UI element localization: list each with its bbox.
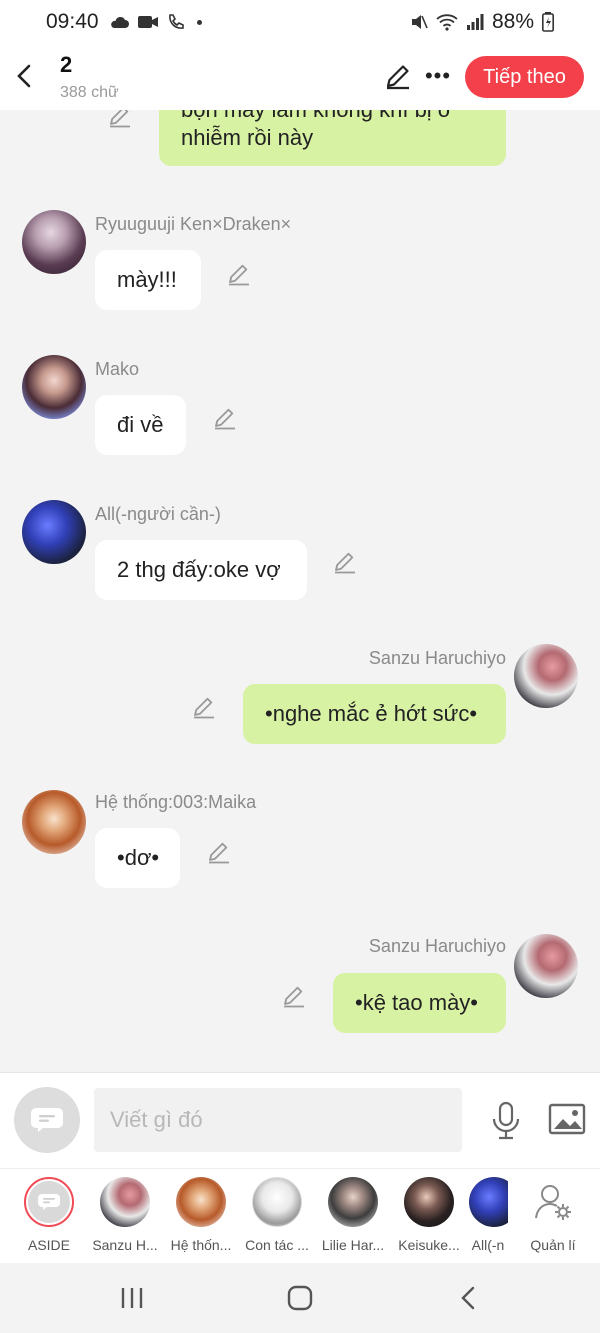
notification-dot-icon	[196, 19, 202, 25]
avatar[interactable]	[22, 790, 86, 854]
manage-characters-button[interactable]: Quản lí	[516, 1177, 590, 1253]
avatar[interactable]	[514, 644, 578, 708]
more-dots-icon: •••	[424, 63, 452, 88]
sender-name: All(-người cần-)	[95, 504, 221, 524]
sender-name: Sanzu Haruchiyo	[368, 648, 506, 668]
avatar[interactable]	[22, 210, 86, 274]
mute-icon	[411, 15, 428, 29]
chat-area: bọn mày làm không khí bị ô nhiễm rồi này…	[0, 110, 600, 1072]
edit-message-pencil-icon[interactable]	[213, 406, 237, 430]
battery-percent: 88%	[491, 10, 534, 33]
edit-message-pencil-icon[interactable]	[282, 984, 306, 1008]
home-button[interactable]	[280, 1281, 320, 1315]
manage-avatar	[528, 1177, 578, 1227]
message-text: •kệ tao mày•	[355, 990, 479, 1015]
message-text: 2 thg đấy:oke vợ	[117, 557, 281, 582]
avatar[interactable]	[22, 500, 86, 564]
back-nav-button[interactable]	[448, 1281, 488, 1315]
insert-image-button[interactable]	[548, 1103, 586, 1137]
home-icon	[287, 1285, 313, 1311]
message-input[interactable]	[94, 1088, 462, 1152]
character-label: Con tác ...	[245, 1237, 309, 1253]
user-settings-icon	[535, 1185, 571, 1220]
cloud-icon	[110, 16, 129, 28]
message-bubble[interactable]: bọn mày làm không khí bị ô nhiễm rồi này	[159, 110, 506, 166]
video-camera-icon	[137, 16, 158, 28]
edit-message-pencil-icon[interactable]	[227, 262, 251, 286]
character-label: Lilie Har...	[321, 1237, 385, 1253]
sender-name: Mako	[95, 359, 140, 379]
message-text: đi về	[117, 412, 164, 437]
chevron-left-icon	[17, 64, 31, 88]
character-label: Sanzu H...	[92, 1237, 158, 1253]
character-item[interactable]: Con tác ...	[240, 1177, 314, 1253]
more-options-button[interactable]: •••	[424, 62, 452, 90]
edit-message-pencil-icon[interactable]	[192, 695, 216, 719]
sender-name: Ryuuguuji Ken×Draken×	[95, 214, 292, 234]
avatar[interactable]	[22, 355, 86, 419]
signal-icon	[466, 14, 484, 30]
phone-call-icon	[168, 14, 184, 29]
avatar[interactable]	[514, 934, 578, 998]
character-item[interactable]: All(-n	[468, 1177, 508, 1253]
character-item[interactable]: Keisuke...	[392, 1177, 466, 1253]
back-arrow-icon	[461, 1286, 475, 1310]
sender-name: Sanzu Haruchiyo	[368, 936, 506, 956]
recent-apps-button[interactable]	[112, 1281, 152, 1315]
voice-input-button[interactable]	[490, 1101, 522, 1141]
message-composer	[0, 1072, 600, 1168]
wifi-icon	[436, 14, 458, 31]
word-count: 388 chữ	[60, 84, 119, 101]
chat-bubble-icon	[31, 1108, 63, 1132]
character-avatar	[252, 1177, 302, 1227]
pencil-icon	[386, 65, 409, 90]
character-avatar	[176, 1177, 226, 1227]
aside-avatar	[24, 1177, 74, 1227]
character-label: Hệ thốn...	[170, 1237, 232, 1253]
back-button[interactable]	[10, 58, 38, 94]
character-bar: ASIDE Sanzu H... Hệ thốn... Con tác ... …	[0, 1168, 600, 1263]
character-label: Quản lí	[530, 1237, 576, 1253]
character-item[interactable]: Sanzu H...	[88, 1177, 162, 1253]
status-bar: 09:40 88%	[0, 0, 600, 44]
character-item[interactable]: Lilie Har...	[316, 1177, 390, 1253]
message-text: •nghe mắc ẻ hớt sức•	[265, 701, 478, 726]
system-navigation-bar	[0, 1263, 600, 1333]
message-text: •dơ•	[117, 845, 160, 870]
sender-name: Hệ thống:003:Maika	[95, 792, 257, 812]
recent-apps-icon	[121, 1288, 143, 1308]
character-avatar	[328, 1177, 378, 1227]
chat-bubble-icon	[38, 1194, 60, 1210]
message-mode-button[interactable]	[14, 1087, 80, 1153]
character-label: All(-n	[471, 1237, 505, 1253]
edit-button[interactable]	[384, 62, 412, 90]
character-label: Keisuke...	[398, 1237, 460, 1253]
character-avatar	[404, 1177, 454, 1227]
character-avatar	[469, 1177, 508, 1227]
edit-message-pencil-icon[interactable]	[333, 550, 357, 574]
message-bubble[interactable]: mày!!!	[95, 250, 201, 310]
message-bubble[interactable]: 2 thg đấy:oke vợ	[95, 540, 307, 600]
edit-message-pencil-icon[interactable]	[108, 110, 132, 128]
message-text: bọn mày làm không khí bị ô nhiễm rồi này	[181, 110, 450, 150]
character-label: ASIDE	[27, 1237, 70, 1253]
image-icon	[548, 1103, 586, 1135]
character-item[interactable]: Hệ thốn...	[164, 1177, 238, 1253]
next-button[interactable]: Tiếp theo	[465, 56, 584, 98]
message-bubble[interactable]: •dơ•	[95, 828, 180, 888]
chapter-header: 2 388 chữ ••• Tiếp theo	[0, 44, 600, 110]
battery-charging-icon	[542, 12, 554, 32]
message-text: mày!!!	[117, 267, 177, 292]
status-time: 09:40	[46, 10, 99, 33]
message-bubble[interactable]: đi về	[95, 395, 186, 455]
character-aside[interactable]: ASIDE	[12, 1177, 86, 1253]
message-bubble[interactable]: •kệ tao mày•	[333, 973, 506, 1033]
message-bubble[interactable]: •nghe mắc ẻ hớt sức•	[243, 684, 506, 744]
chapter-title: 2	[60, 52, 73, 77]
edit-message-pencil-icon[interactable]	[207, 840, 231, 864]
character-avatar	[100, 1177, 150, 1227]
microphone-icon	[492, 1101, 520, 1140]
